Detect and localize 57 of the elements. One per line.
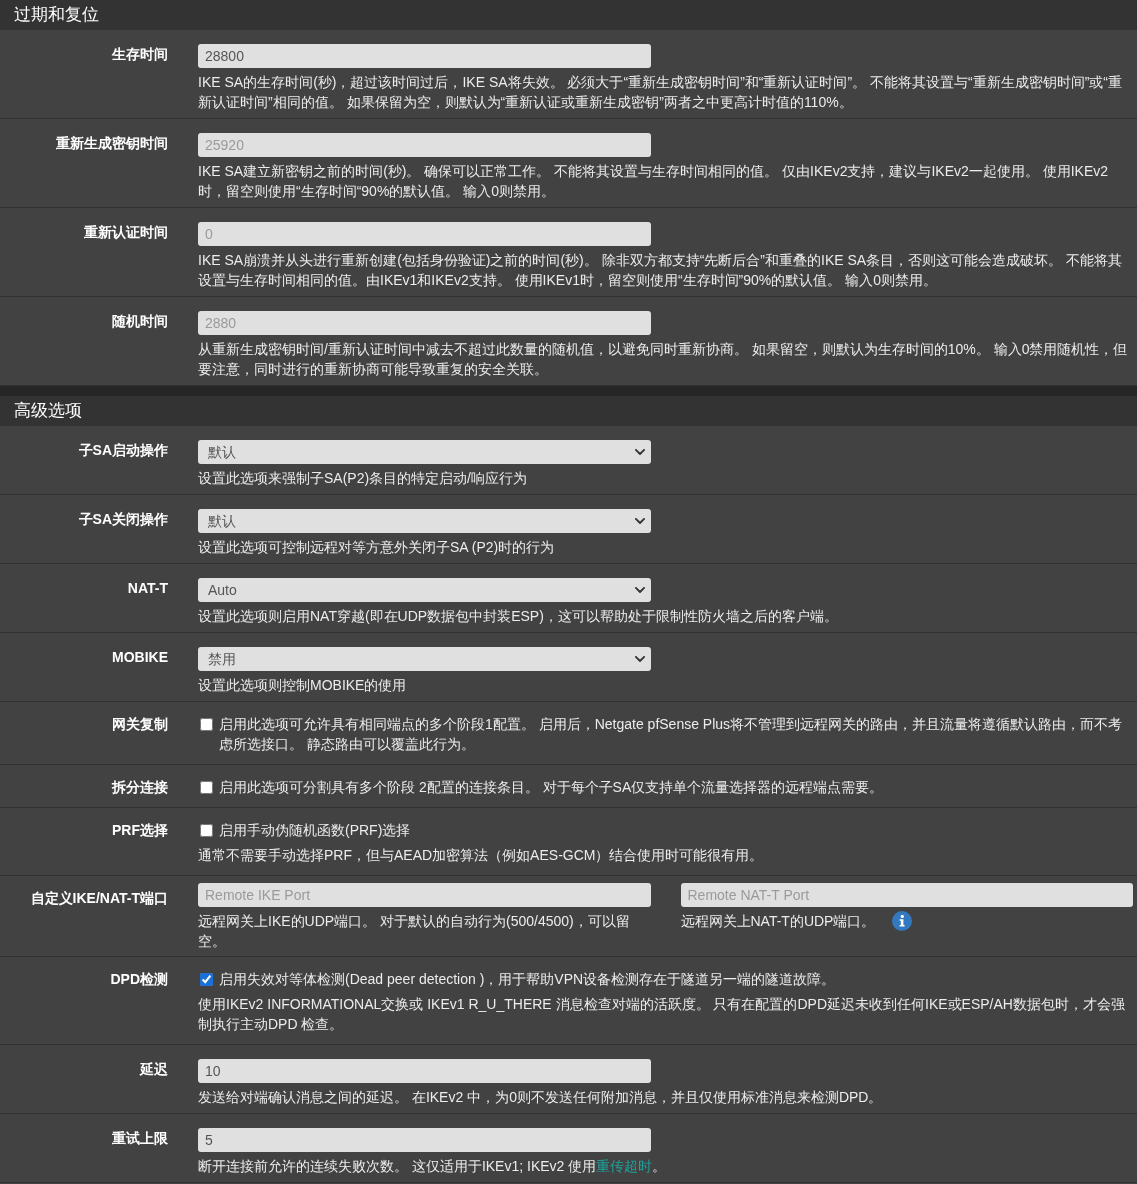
help-text: 通常不需要手动选择PRF，但与AEAD加密算法（例如AES-GCM）结合使用时可能很有用。	[198, 846, 765, 865]
chevron-down-icon	[634, 449, 645, 455]
field-label: 自定义IKE/NAT-T端口	[29, 889, 168, 908]
text-field[interactable]: Remote IKE Port	[198, 883, 651, 907]
section-header: 高级选项	[0, 396, 1137, 426]
help-text: 设置此选项则启用NAT穿越(即在UDP数据包中封装ESP)，这可以帮助处于限制性防火墙之后的客户端。	[198, 607, 838, 626]
checkbox[interactable]	[200, 718, 213, 731]
text-field[interactable]: Remote NAT-T Port	[680, 883, 1133, 907]
chevron-down-icon	[634, 587, 645, 593]
field-label: 重新生成密钥时间	[55, 134, 168, 153]
field-label: PRF选择	[111, 821, 168, 840]
text-field[interactable]: 25920	[198, 133, 651, 157]
dropdown-select[interactable]: 禁用	[198, 647, 651, 671]
text-field[interactable]: 2880	[198, 311, 651, 335]
help-text: 从重新生成密钥时间/重新认证时间中减去不超过此数量的随机值，以避免同时重新协商。 如果留空，则默认为生存时间的10%。 输入0禁用随机性，但要注意，同时进行的重新协商可能导致重复的安全关联。	[198, 340, 1129, 379]
help-text: 远程网关上IKE的UDP端口。 对于默认的自动行为(500/4500)，可以留空。	[198, 912, 631, 951]
field-label: 子SA启动操作	[77, 441, 168, 460]
checkbox-label: 启用此选项可分割具有多个阶段 2配置的连接条目。 对于每个子SA仅支持单个流量选择器的远程端点需要。	[219, 778, 885, 797]
chevron-down-icon	[634, 656, 645, 662]
checkbox-label: 启用手动伪随机函数(PRF)选择	[219, 821, 412, 840]
field-label: 生存时间	[111, 45, 168, 64]
checkbox[interactable]	[200, 781, 213, 794]
help-text: 设置此选项可控制远程对等方意外关闭子SA (P2)时的行为	[198, 538, 555, 557]
field-label: 网关复制	[111, 715, 168, 734]
dropdown-select[interactable]: 默认	[198, 440, 651, 464]
help-text: 使用IKEv2 INFORMATIONAL交换或 IKEv1 R_U_THERE 消息检查对端的活跃度。 只有在配置的DPD延迟未收到任何IKE或ESP/AH数据包时，才会强制执行主动DPD 检查。	[198, 995, 1126, 1034]
checkbox[interactable]	[200, 973, 213, 986]
field-label: MOBIKE	[111, 648, 168, 667]
help-text: IKE SA的生存时间(秒)，超过该时间过后，IKE SA将失效。 必须大于“重新生成密钥时间”和“重新认证时间”。 不能将其设置与“重新生成密钥时间”或“重新认证时间”相同的值。 如果保留为空，则默认为“重新认证或重新生成密钥”两者之中更高计时值的110%。	[198, 73, 1123, 112]
text-field[interactable]: 0	[198, 222, 651, 246]
field-label: 重试上限	[111, 1129, 168, 1148]
field-label: 随机时间	[111, 312, 168, 331]
field-label: 重新认证时间	[83, 223, 168, 242]
dropdown-select[interactable]: Auto	[198, 578, 651, 602]
help-link[interactable]: 重传超时	[596, 1158, 653, 1174]
field-label: 子SA关闭操作	[77, 510, 168, 529]
help-text: 远程网关上NAT-T的UDP端口。	[680, 912, 876, 931]
field-label: 拆分连接	[110, 778, 168, 797]
field-label: NAT-T	[126, 579, 168, 598]
help-text: 设置此选项则控制MOBIKE的使用	[198, 676, 407, 695]
info-icon[interactable]	[892, 911, 913, 931]
help-text: 设置此选项来强制子SA(P2)条目的特定启动/响应行为	[198, 469, 527, 488]
field-label: 延迟	[138, 1060, 168, 1079]
text-field[interactable]: 10	[198, 1059, 651, 1083]
text-field[interactable]: 28800	[198, 44, 651, 68]
help-text: IKE SA崩溃并从头进行重新创建(包括身份验证)之前的时间(秒)。 除非双方都支持“先断后合”和重叠的IKE SA条目，否则这可能会造成破坏。 不能将其设置与生存时间相同的值。由IKEv1和IKEv2支持。 使用IKEv1时，留空则使用“生存时间”90%的默认值。 输入0则禁用。	[198, 251, 1123, 290]
dropdown-select[interactable]: 默认	[198, 509, 651, 533]
help-text: 发送给对端确认消息之间的延迟。 在IKEv2 中，为0则不发送任何附加消息，并且仅使用标准消息来检测DPD。	[198, 1088, 883, 1107]
help-text: IKE SA建立新密钥之前的时间(秒)。 确保可以正常工作。 不能将其设置与生存时间相同的值。 仅由IKEv2支持，建议与IKEv2一起使用。 使用IKEv2时，留空则使用“生存时间“90%的默认值。 输入0则禁用。	[198, 162, 1110, 201]
help-text: 断开连接前允许的连续失败次数。 这仅适用于IKEv1; IKEv2 使用重传超时。	[198, 1157, 667, 1176]
chevron-down-icon	[634, 518, 645, 524]
section-header: 过期和复位	[0, 0, 1137, 30]
text-field[interactable]: 5	[198, 1128, 651, 1152]
checkbox-label: 启用此选项可允许具有相同端点的多个阶段1配置。 启用后，Netgate pfSense Plus将不管理到远程网关的路由，并且流量将遵循默认路由，而不考虑所选接口。 静态路由可以覆盖此行为。	[219, 715, 1124, 754]
checkbox[interactable]	[200, 824, 213, 837]
field-label: DPD检测	[109, 970, 168, 989]
checkbox-label: 启用失效对等体检测(Dead peer detection )，用于帮助VPN设备检测存在于隧道另一端的隧道故障。	[219, 970, 837, 989]
